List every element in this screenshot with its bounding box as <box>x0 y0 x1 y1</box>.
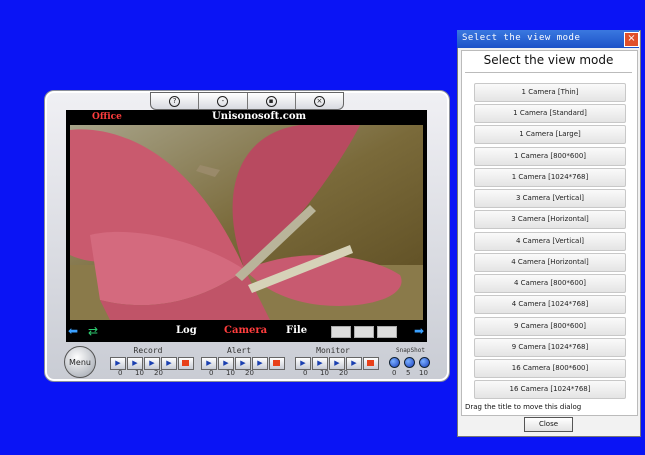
dialog-heading: Select the view mode <box>483 53 614 67</box>
record-title: Record <box>133 346 163 355</box>
settings-icon: ▪ <box>265 95 277 107</box>
close-app-button[interactable]: × <box>296 93 343 109</box>
monitor-tick-0: 0 <box>303 369 308 377</box>
record-stop-button[interactable] <box>178 357 194 370</box>
snapshot-tick-1: 5 <box>406 369 411 377</box>
view-mode-option[interactable]: 4 Camera [800*600] <box>474 274 626 293</box>
dialog-separator <box>465 72 632 73</box>
help-button[interactable]: ? <box>151 93 200 109</box>
snapshot-tick-2: 10 <box>419 369 428 377</box>
record-tick-2: 20 <box>154 369 163 377</box>
record-play-button-4[interactable]: ▶ <box>161 357 177 370</box>
view-mode-option[interactable]: 16 Camera [1024*768] <box>474 380 626 399</box>
view-mode-option[interactable]: 3 Camera [Vertical] <box>474 189 626 208</box>
file-tab[interactable]: File <box>286 325 307 336</box>
view-mode-option[interactable]: 1 Camera [1024*768] <box>474 168 626 187</box>
monitor-tick-1: 10 <box>320 369 329 377</box>
view-mode-option[interactable]: 16 Camera [800*600] <box>474 359 626 378</box>
view-mode-option[interactable]: 3 Camera [Horizontal] <box>474 210 626 229</box>
view-mode-option[interactable]: 1 Camera [Large] <box>474 125 626 144</box>
view-mode-option[interactable]: 4 Camera [Horizontal] <box>474 253 626 272</box>
snapshot-tick-0: 0 <box>392 369 397 377</box>
minimize-button[interactable]: - <box>199 93 248 109</box>
alert-play-button-4[interactable]: ▶ <box>252 357 268 370</box>
video-image <box>70 125 423 320</box>
alert-title: Alert <box>226 346 252 355</box>
monitor-title: Monitor <box>316 346 350 355</box>
view-mode-option[interactable]: 4 Camera [1024*768] <box>474 295 626 314</box>
alert-tick-2: 20 <box>245 369 254 377</box>
settings-button[interactable]: ▪ <box>248 93 296 109</box>
record-tick-0: 0 <box>118 369 123 377</box>
close-icon: × <box>313 95 325 107</box>
view-mode-option[interactable]: 1 Camera [800*600] <box>474 147 626 166</box>
view-mode-1-icon[interactable] <box>331 326 351 338</box>
snapshot-title: SnapShot <box>396 347 425 354</box>
camera-nav-bar: ⬅ ⇄ Log Camera File ➡ <box>66 323 427 340</box>
monitor-play-button-4[interactable]: ▶ <box>346 357 362 370</box>
alert-tick-1: 10 <box>226 369 235 377</box>
view-mode-option[interactable]: 9 Camera [800*600] <box>474 317 626 336</box>
monitor-tick-2: 20 <box>339 369 348 377</box>
alert-tick-0: 0 <box>209 369 214 377</box>
camera-tab[interactable]: Camera <box>224 325 267 336</box>
view-mode-option[interactable]: 4 Camera [Vertical] <box>474 232 626 251</box>
dialog-close-icon[interactable]: × <box>624 32 639 47</box>
help-icon: ? <box>169 95 181 107</box>
view-mode-option[interactable]: 1 Camera [Thin] <box>474 83 626 102</box>
view-mode-option[interactable]: 1 Camera [Standard] <box>474 104 626 123</box>
alert-group: Alert ▶ ▶ ▶ ▶ 0 10 20 <box>201 346 285 380</box>
snapshot-0-button[interactable] <box>389 357 400 368</box>
forward-arrow-icon[interactable]: ➡ <box>414 324 424 338</box>
monitor-group: Monitor ▶ ▶ ▶ ▶ 0 10 20 <box>295 346 379 380</box>
view-mode-option[interactable]: 9 Camera [1024*768] <box>474 338 626 357</box>
record-group: Record ▶ ▶ ▶ ▶ 0 10 20 <box>110 346 194 380</box>
site-label: Unisonosoft.com <box>212 111 307 122</box>
view-mode-2-icon[interactable] <box>354 326 374 338</box>
view-mode-3-icon[interactable] <box>377 326 397 338</box>
camera-name-label: Office <box>92 112 122 122</box>
top-toolbar: ? - ▪ × <box>150 92 344 110</box>
snapshot-5-button[interactable] <box>404 357 415 368</box>
back-arrow-icon[interactable]: ⬅ <box>68 324 78 338</box>
snapshot-group: SnapShot 0 5 10 <box>388 346 433 380</box>
record-tick-1: 10 <box>135 369 144 377</box>
dialog-title: Select the view mode <box>462 33 581 43</box>
monitor-stop-button[interactable] <box>363 357 379 370</box>
dialog-hint: Drag the title to move this dialog <box>465 403 582 411</box>
camera-video-feed[interactable] <box>70 125 423 320</box>
menu-button[interactable]: Menu <box>64 346 96 378</box>
refresh-icon[interactable]: ⇄ <box>88 324 98 338</box>
dialog-close-button[interactable]: Close <box>524 417 573 432</box>
alert-stop-button[interactable] <box>269 357 285 370</box>
snapshot-10-button[interactable] <box>419 357 430 368</box>
log-tab[interactable]: Log <box>176 325 197 336</box>
minimize-icon: - <box>217 95 229 107</box>
